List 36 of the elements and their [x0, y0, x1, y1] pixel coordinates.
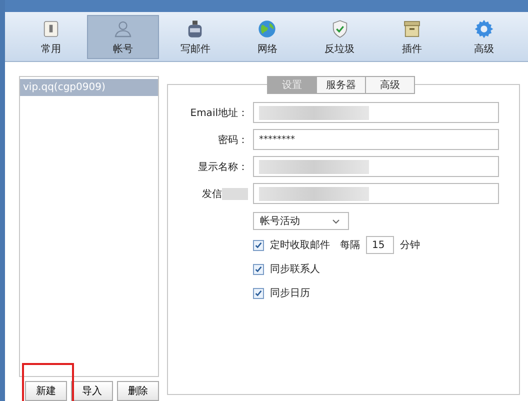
new-button[interactable]: 新建 [25, 381, 67, 401]
field-label: 发信 [202, 188, 222, 200]
field-label: 密码： [218, 134, 248, 146]
box-icon [402, 18, 422, 38]
option-label: 同步日历 [270, 286, 310, 300]
option-label: 同步联系人 [270, 262, 320, 276]
toolbar-tab[interactable]: 写邮件 [159, 15, 232, 59]
checkbox[interactable] [253, 288, 264, 298]
toolbar-tab[interactable]: 帐号 [87, 15, 160, 59]
interval-field[interactable]: 15 [366, 236, 394, 254]
toolbar-tab[interactable]: 网络 [231, 15, 304, 59]
input-field[interactable] [253, 156, 499, 177]
import-button[interactable]: 导入 [71, 381, 113, 401]
option-label: 定时收取邮件 [270, 238, 330, 252]
checkbox[interactable] [253, 264, 264, 274]
settings-icon [474, 18, 494, 38]
caret-icon [332, 218, 340, 224]
globe-icon [257, 18, 278, 38]
status-dropdown[interactable]: 帐号活动 [253, 212, 349, 230]
blurred-text [222, 188, 248, 200]
toolbar-tab[interactable]: 高级 [448, 15, 520, 59]
input-field[interactable] [253, 102, 499, 123]
input-field[interactable] [253, 183, 499, 204]
delete-button[interactable]: 删除 [117, 381, 159, 401]
toolbar-tab[interactable]: 插件 [376, 15, 448, 59]
field-label: Email地址： [190, 106, 248, 120]
checkbox[interactable] [253, 240, 264, 250]
input-field[interactable]: ******** [253, 129, 499, 150]
interval-label: 每隔 [340, 239, 360, 252]
field-label: 显示名称： [198, 160, 248, 174]
toolbar-tab[interactable]: 常用 [15, 15, 88, 59]
unit-label: 分钟 [400, 238, 420, 252]
user-icon [113, 18, 134, 38]
settings-tab[interactable]: 服务器 [316, 76, 366, 94]
toolbar-tab[interactable]: 反垃圾 [304, 15, 376, 59]
settings-tab[interactable]: 高级 [365, 76, 415, 94]
